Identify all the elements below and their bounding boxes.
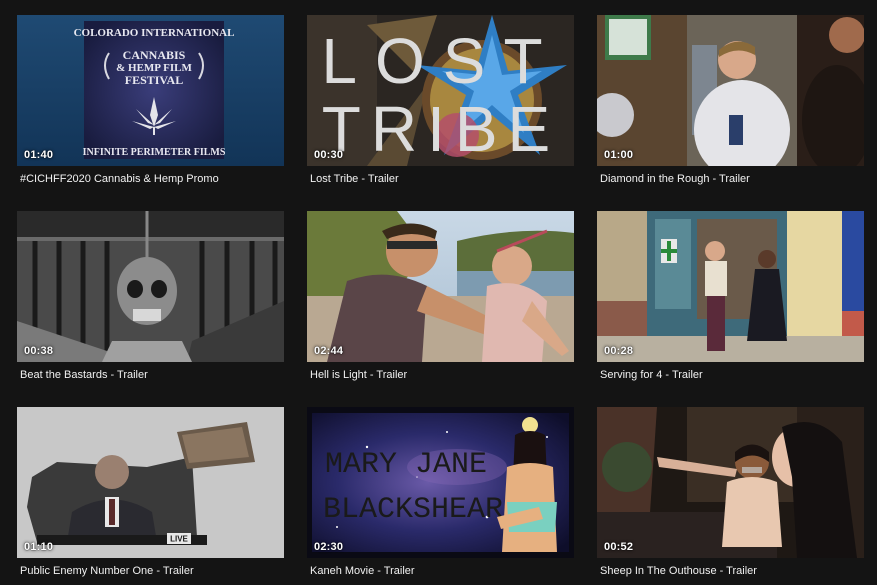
svg-text:CANNABIS: CANNABIS: [123, 48, 186, 62]
video-duration: 01:10: [24, 541, 54, 553]
video-thumbnail[interactable]: 01:00: [597, 15, 864, 166]
video-title[interactable]: Public Enemy Number One - Trailer: [17, 564, 284, 578]
video-duration: 00:38: [24, 345, 54, 357]
video-card-serving-for-4[interactable]: 00:28 Serving for 4 - Trailer: [597, 211, 864, 382]
video-thumbnail[interactable]: COLORADO INTERNATIONAL CANNABIS & HEMP F…: [17, 15, 284, 166]
thumbnail-image-diamond: [597, 15, 864, 166]
video-title[interactable]: Beat the Bastards - Trailer: [17, 368, 284, 382]
video-duration: 00:28: [604, 345, 634, 357]
svg-text:INFINITE PERIMETER FILMS: INFINITE PERIMETER FILMS: [83, 147, 226, 158]
video-card-cichff2020[interactable]: COLORADO INTERNATIONAL CANNABIS & HEMP F…: [17, 15, 284, 186]
video-card-diamond-in-the-rough[interactable]: 01:00 Diamond in the Rough - Trailer: [597, 15, 864, 186]
video-title[interactable]: Kaneh Movie - Trailer: [307, 564, 574, 578]
video-title[interactable]: Lost Tribe - Trailer: [307, 172, 574, 186]
video-duration: 02:30: [314, 541, 344, 553]
video-thumbnail[interactable]: 02:44: [307, 211, 574, 362]
video-card-hell-is-light[interactable]: 02:44 Hell is Light - Trailer: [307, 211, 574, 382]
thumbnail-image-storefront: [597, 211, 864, 362]
svg-text:COLORADO INTERNATIONAL: COLORADO INTERNATIONAL: [74, 27, 235, 39]
video-card-public-enemy-number-one[interactable]: LIVE 01:10 Public Enemy Number One - Tra…: [17, 407, 284, 578]
video-card-sheep-in-the-outhouse[interactable]: 00:52 Sheep In The Outhouse - Trailer: [597, 407, 864, 578]
video-duration: 00:30: [314, 149, 344, 161]
video-card-beat-the-bastards[interactable]: 00:38 Beat the Bastards - Trailer: [17, 211, 284, 382]
video-thumbnail[interactable]: 00:52: [597, 407, 864, 558]
video-title[interactable]: Serving for 4 - Trailer: [597, 368, 864, 382]
video-title[interactable]: Hell is Light - Trailer: [307, 368, 574, 382]
video-duration: 02:44: [314, 345, 344, 357]
video-duration: 00:52: [604, 541, 634, 553]
svg-text:BLACKSHEAR: BLACKSHEAR: [323, 493, 503, 527]
svg-text:FESTIVAL: FESTIVAL: [125, 73, 183, 87]
video-card-kaneh-movie[interactable]: MARY JANE BLACKSHEAR 02:30 Kaneh Movie -…: [307, 407, 574, 578]
thumbnail-image-lost-tribe: LOST TRIBE: [307, 15, 574, 166]
thumbnail-image-beach-rowing: [307, 211, 574, 362]
svg-text:LIVE: LIVE: [170, 535, 188, 544]
thumbnail-image-galaxy-poster: MARY JANE BLACKSHEAR: [307, 407, 574, 558]
video-title[interactable]: #CICHFF2020 Cannabis & Hemp Promo: [17, 172, 284, 186]
video-thumbnail[interactable]: 00:28: [597, 211, 864, 362]
svg-text:MARY JANE: MARY JANE: [325, 448, 487, 482]
video-duration: 01:40: [24, 149, 54, 161]
video-thumbnail[interactable]: MARY JANE BLACKSHEAR 02:30: [307, 407, 574, 558]
video-title[interactable]: Diamond in the Rough - Trailer: [597, 172, 864, 186]
video-thumbnail[interactable]: LIVE 01:10: [17, 407, 284, 558]
video-title[interactable]: Sheep In The Outhouse - Trailer: [597, 564, 864, 578]
video-thumbnail[interactable]: LOST TRIBE 00:30: [307, 15, 574, 166]
svg-text:LOST: LOST: [321, 25, 560, 97]
video-duration: 01:00: [604, 149, 634, 161]
thumbnail-image-dinner-scene: [597, 407, 864, 558]
thumbnail-image-news-anchor: LIVE: [17, 407, 284, 558]
svg-text:TRIBE: TRIBE: [322, 93, 560, 165]
video-card-lost-tribe[interactable]: LOST TRIBE 00:30 Lost Tribe - Trailer: [307, 15, 574, 186]
thumbnail-image-skeleton-cage: [17, 211, 284, 362]
video-grid: COLORADO INTERNATIONAL CANNABIS & HEMP F…: [0, 0, 877, 585]
video-thumbnail[interactable]: 00:38: [17, 211, 284, 362]
thumbnail-image-festival: COLORADO INTERNATIONAL CANNABIS & HEMP F…: [17, 15, 284, 166]
